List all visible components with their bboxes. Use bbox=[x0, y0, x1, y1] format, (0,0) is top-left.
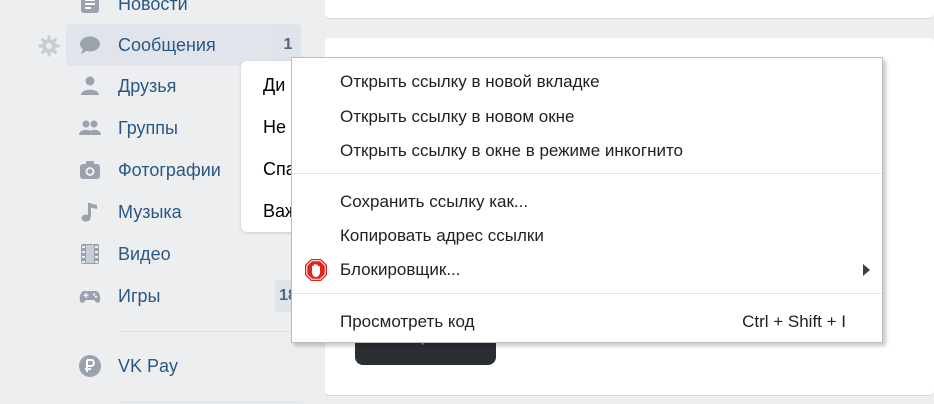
menu-item-open-incognito[interactable]: Открыть ссылку в окне в режиме инкогнито bbox=[292, 133, 882, 168]
music-note-icon bbox=[81, 203, 97, 222]
menu-separator bbox=[292, 173, 882, 174]
gamepad-icon bbox=[79, 291, 101, 303]
sidebar-item-label: Фотографии bbox=[118, 160, 221, 180]
menu-item-label: Копировать адрес ссылки bbox=[340, 226, 544, 245]
settings-gear-icon[interactable] bbox=[37, 34, 61, 58]
menu-item-label: Открыть ссылку в окне в режиме инкогнито bbox=[340, 141, 683, 160]
menu-separator bbox=[292, 293, 882, 294]
adblock-stop-icon bbox=[305, 259, 327, 281]
news-icon bbox=[81, 0, 99, 13]
friends-icon bbox=[81, 76, 99, 95]
sidebar-item-label: VK Pay bbox=[118, 356, 179, 376]
menu-item-open-new-window[interactable]: Открыть ссылку в новом окне bbox=[292, 99, 882, 134]
sidebar-item-label: Друзья bbox=[118, 76, 177, 96]
submenu-arrow-icon bbox=[863, 264, 870, 276]
sidebar-item-label: Игры bbox=[118, 286, 161, 306]
menu-item-shortcut: Ctrl + Shift + I bbox=[742, 312, 846, 331]
sidebar-item-label: Сообщения bbox=[118, 35, 216, 55]
sidebar-item-vkpay[interactable]: VK Pay bbox=[66, 345, 301, 387]
sidebar-item-games[interactable]: Игры 18 bbox=[66, 275, 301, 317]
menu-item-save-link[interactable]: Сохранить ссылку как... bbox=[292, 184, 882, 219]
sidebar-item-news[interactable]: Новости bbox=[66, 0, 301, 25]
menu-item-label: Просмотреть код bbox=[340, 312, 475, 331]
groups-icon bbox=[79, 120, 101, 135]
ruble-icon bbox=[79, 355, 101, 377]
dropdown-item[interactable]: Не bbox=[263, 116, 286, 138]
sidebar-item-messages[interactable]: Сообщения 1 bbox=[66, 24, 301, 66]
feed-card-top bbox=[325, 0, 934, 18]
film-icon bbox=[81, 244, 99, 264]
camera-icon bbox=[80, 161, 100, 179]
messages-icon bbox=[80, 36, 100, 54]
sidebar-item-label: Новости bbox=[118, 0, 188, 14]
menu-item-label: Открыть ссылку в новой вкладке bbox=[340, 72, 600, 91]
sidebar-item-video[interactable]: Видео bbox=[66, 233, 301, 275]
menu-item-open-new-tab[interactable]: Открыть ссылку в новой вкладке bbox=[292, 64, 882, 99]
menu-item-inspect[interactable]: Просмотреть код Ctrl + Shift + I bbox=[292, 304, 882, 339]
menu-item-label: Блокировщик... bbox=[340, 260, 461, 279]
context-menu: Открыть ссылку в новой вкладке Открыть с… bbox=[291, 57, 883, 343]
menu-item-blocker[interactable]: Блокировщик... bbox=[292, 252, 882, 287]
menu-item-label: Открыть ссылку в новом окне bbox=[340, 107, 575, 126]
sidebar-item-label: Группы bbox=[118, 118, 178, 138]
dropdown-item[interactable]: Ди bbox=[263, 74, 285, 96]
sidebar-divider bbox=[118, 402, 301, 403]
menu-item-copy-link[interactable]: Копировать адрес ссылки bbox=[292, 218, 882, 253]
sidebar-item-label: Видео bbox=[118, 244, 171, 264]
sidebar-divider bbox=[118, 331, 301, 332]
sidebar-item-label: Музыка bbox=[118, 202, 182, 222]
menu-item-label: Сохранить ссылку как... bbox=[340, 192, 529, 211]
